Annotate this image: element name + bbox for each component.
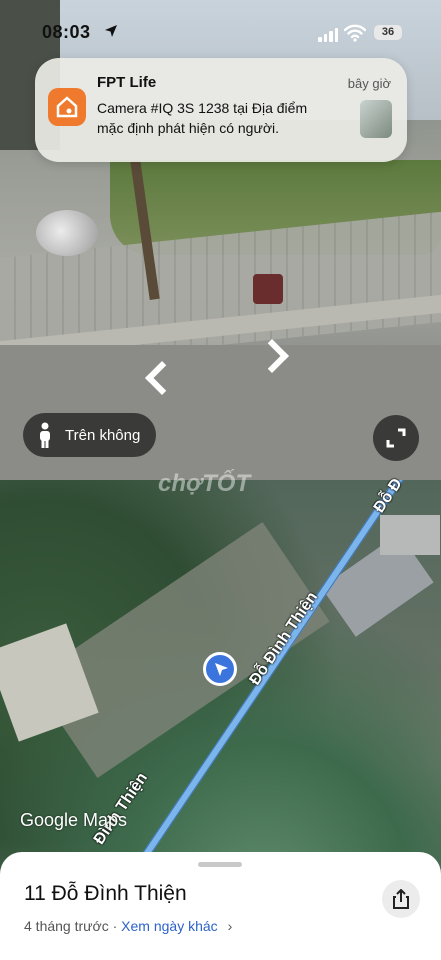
fullscreen-button[interactable] [373, 415, 419, 461]
google-maps-logo: Google Maps [20, 810, 128, 830]
clock: 08:03 [42, 22, 91, 42]
cement-mixer [36, 210, 98, 256]
notification-thumbnail [360, 100, 392, 138]
watermark: chợTỐT [158, 470, 251, 497]
address-title: 11 Đỗ Đình Thiện [24, 882, 187, 905]
notification-time: bây giờ [347, 76, 391, 91]
navigation-arrow-icon [215, 663, 228, 676]
notification-banner[interactable]: FPT Life bây giờ Camera #IQ 3S 1238 tại … [35, 58, 407, 162]
house-icon [48, 88, 86, 126]
status-bar: 08:03 36 [0, 0, 441, 52]
bottom-sheet[interactable]: 11 Đỗ Đình Thiện 4 tháng trước · Xem ngà… [0, 852, 441, 960]
wifi-icon [344, 24, 366, 42]
separator: · [112, 918, 118, 934]
capture-date-row: 4 tháng trước · Xem ngày khác › [24, 918, 232, 934]
signal-icon [318, 28, 338, 42]
share-icon [393, 889, 409, 909]
person-icon [37, 422, 53, 448]
capture-age: 4 tháng trước [24, 918, 109, 934]
notification-message: Camera #IQ 3S 1238 tại Địa điểm mặc định… [97, 100, 308, 136]
location-arrow-icon [105, 25, 117, 37]
bucket [253, 274, 283, 304]
expand-icon [386, 428, 406, 448]
chevron-right-icon: › [227, 918, 233, 934]
share-button[interactable] [382, 880, 420, 918]
battery-icon: 36 [374, 25, 402, 40]
sheet-grabber[interactable] [198, 862, 242, 867]
current-position-marker[interactable] [203, 652, 237, 686]
see-other-dates-link[interactable]: Xem ngày khác [121, 918, 218, 934]
notification-app-name: FPT Life [97, 74, 157, 91]
aerial-view-label: Trên không [65, 426, 141, 444]
aerial-view-button[interactable]: Trên không [23, 413, 157, 457]
